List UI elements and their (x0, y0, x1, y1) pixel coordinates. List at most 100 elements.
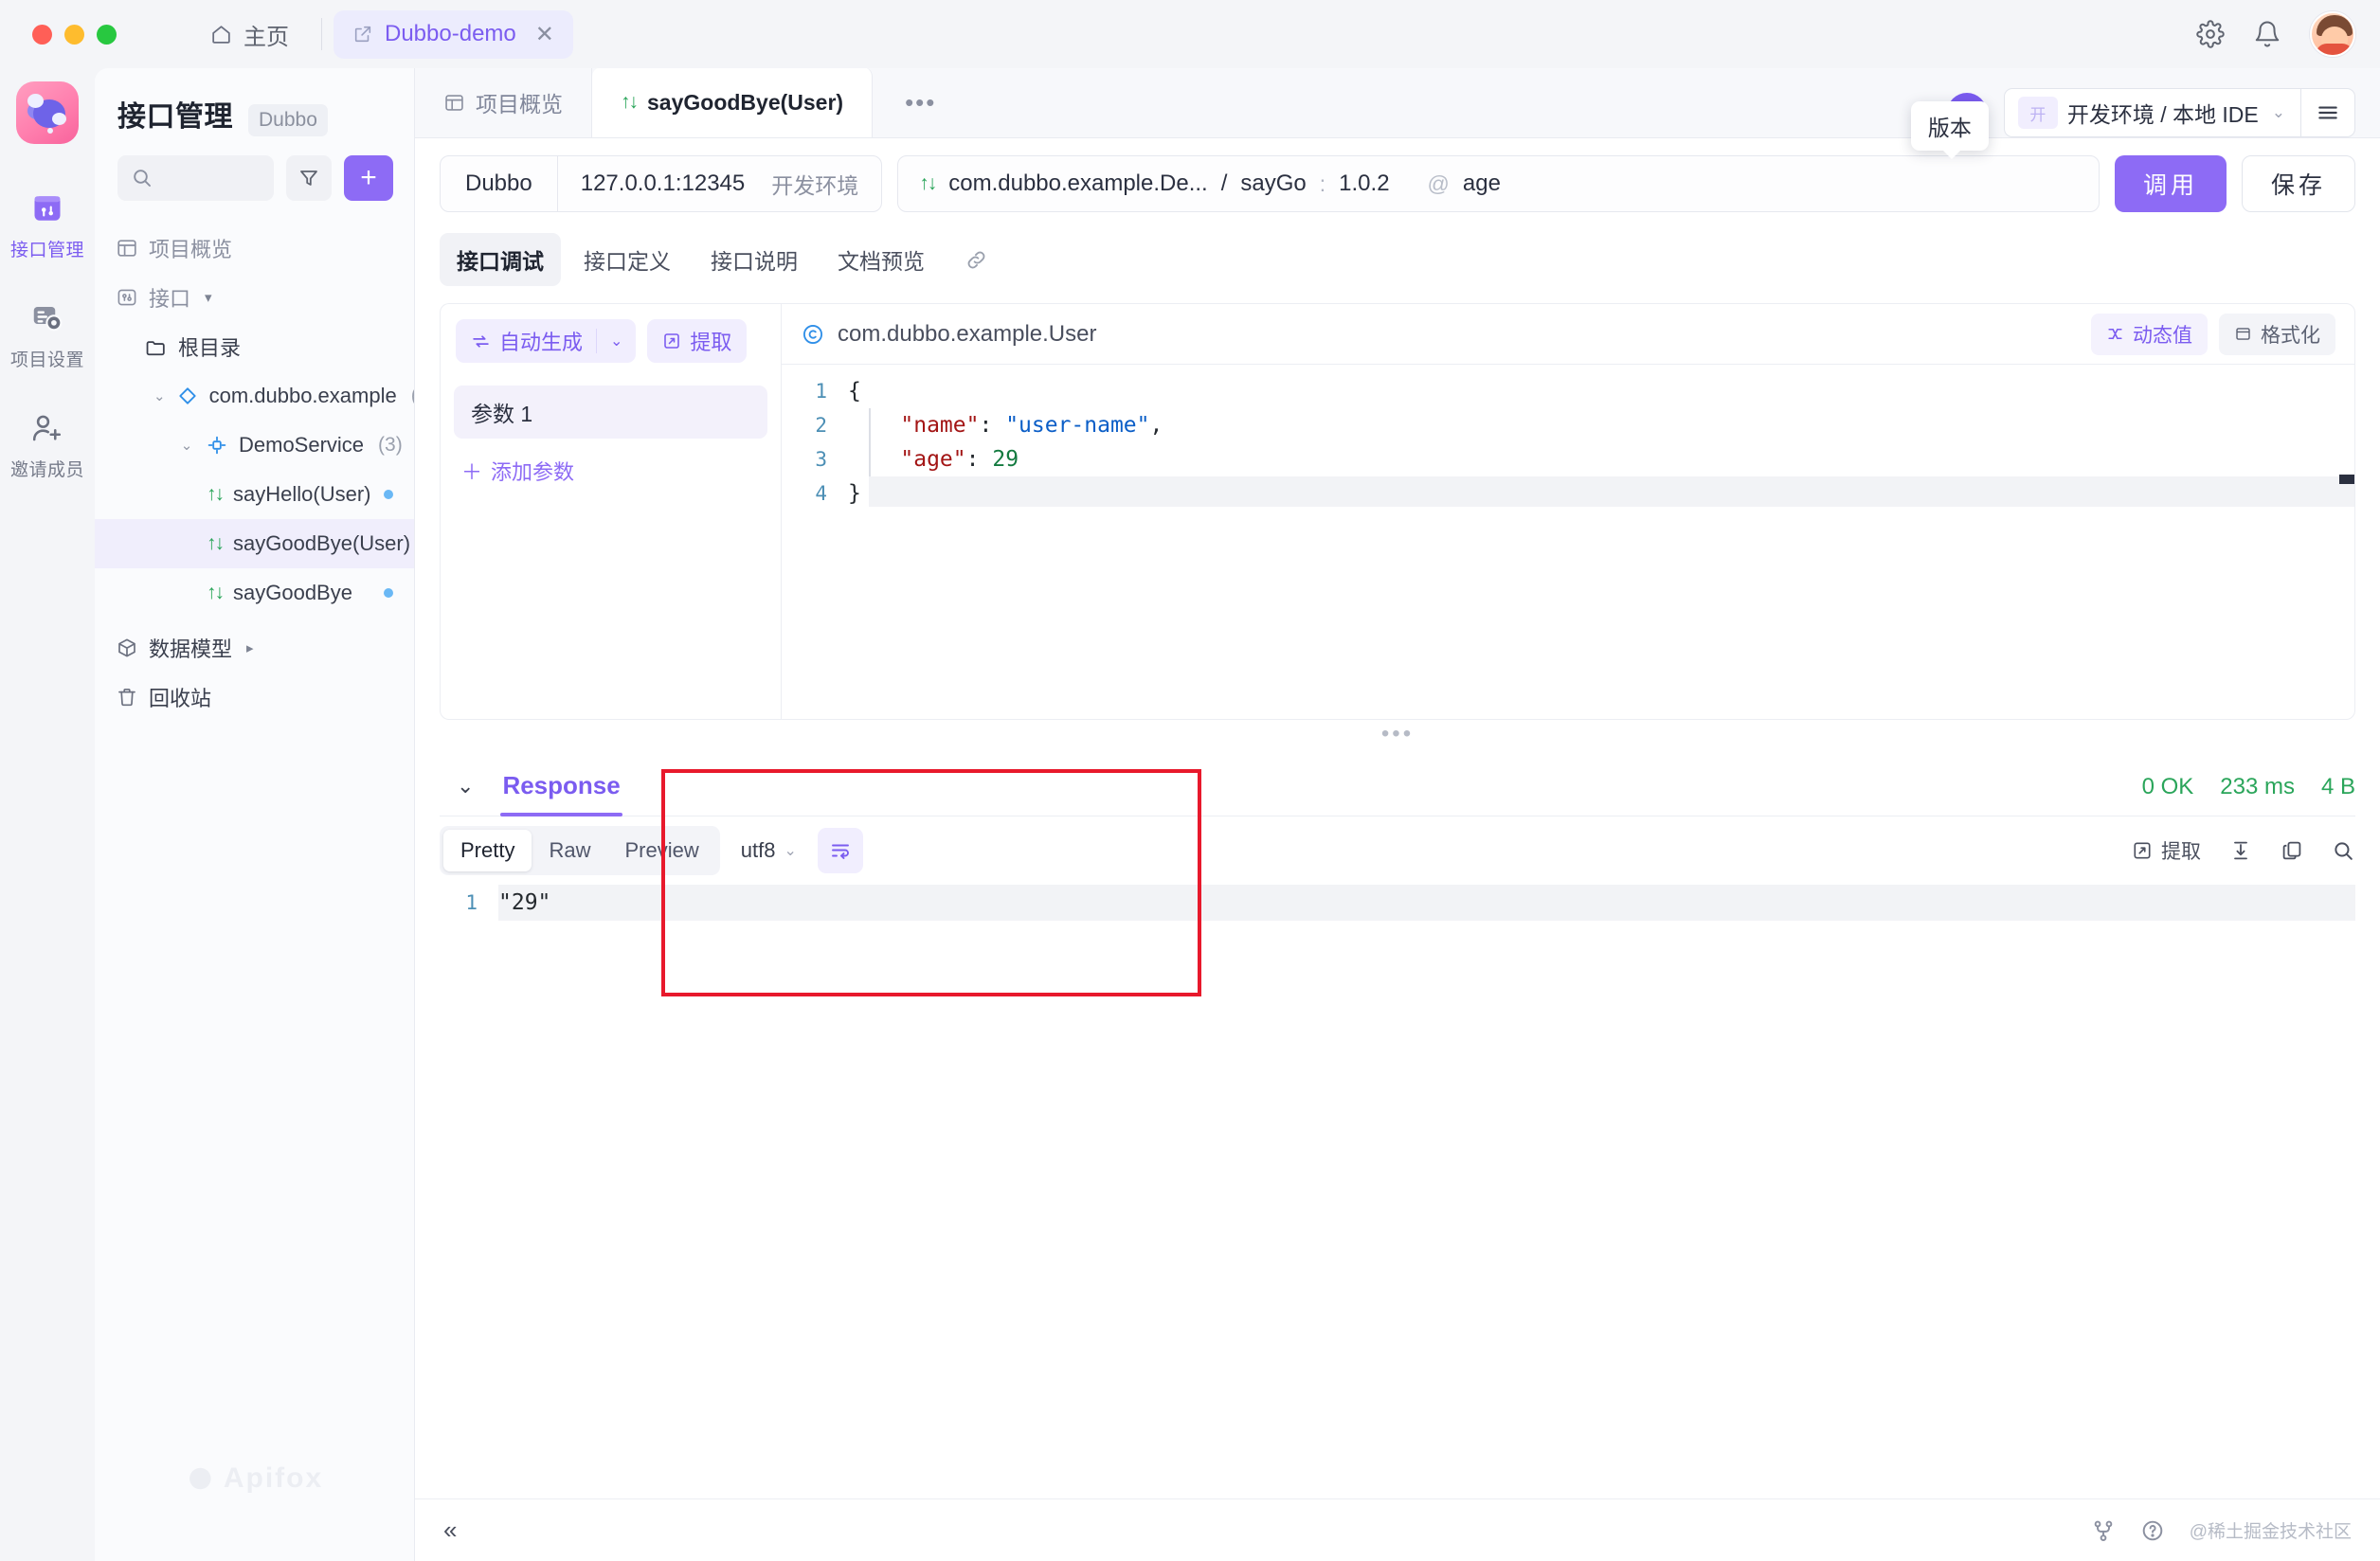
collapse-sidebar-button[interactable]: « (443, 1516, 457, 1545)
tree-group-interfaces[interactable]: 接口 ▾ (95, 273, 414, 322)
json-code-editor[interactable]: 1 { 2 "name": "user-name", 3 "age": 29 4… (782, 365, 2354, 719)
close-tab-icon[interactable]: ✕ (535, 21, 554, 48)
search-input[interactable] (163, 167, 261, 189)
tree-group-data-model-label: 数据模型 (149, 637, 233, 661)
download-icon[interactable] (2229, 839, 2252, 862)
close-window-button[interactable] (32, 24, 52, 45)
call-button[interactable]: 调用 (2114, 155, 2227, 212)
path-separator: / (1220, 170, 1228, 196)
add-button[interactable]: + (344, 155, 393, 201)
search-icon[interactable] (2332, 839, 2355, 863)
tree-group-data-model[interactable]: 数据模型 ▸ (95, 623, 414, 673)
rail-item-api-management[interactable]: 接口管理 (0, 178, 95, 261)
method-path-box[interactable]: ↑↓ com.dubbo.example.De... / sayGo : 1.0… (897, 155, 2100, 212)
chevron-down-icon[interactable]: ⌄ (2272, 103, 2300, 122)
tab-interface-definition[interactable]: 接口定义 (567, 233, 688, 286)
response-body[interactable]: 1 "29" (440, 885, 2355, 1498)
api-tree: 项目概览 接口 ▾ 根目录 ⌄ com.dubbo.example ⌄ Demo… (95, 218, 414, 722)
encoding-selector[interactable]: utf8 ⌄ (737, 838, 801, 863)
tree-package-com-dubbo-example[interactable]: ⌄ com.dubbo.example (3) (95, 371, 414, 421)
chevron-down-icon[interactable]: ▾ (205, 289, 212, 306)
method-icon: ↑↓ (207, 483, 225, 505)
overview-icon (443, 92, 465, 114)
view-mode-pretty[interactable]: Pretty (443, 830, 532, 871)
save-button[interactable]: 保存 (2241, 155, 2355, 212)
tree-service-demoservice[interactable]: ⌄ DemoService (3) (95, 421, 414, 470)
method-icon: ↑↓ (207, 532, 225, 554)
chevron-down-icon[interactable]: ⌄ (784, 841, 796, 860)
panel-splitter[interactable]: ••• (415, 720, 2380, 748)
minimize-window-button[interactable] (64, 24, 84, 45)
code-text: } (848, 481, 861, 506)
filter-button[interactable] (286, 155, 332, 201)
tab-overflow-button[interactable]: ••• (873, 67, 968, 137)
horizontal-scrollbar[interactable] (2339, 475, 2354, 484)
view-mode-raw[interactable]: Raw (532, 830, 607, 871)
window-controls[interactable] (32, 24, 117, 45)
dynamic-value-label: 动态值 (2133, 324, 2192, 347)
search-box[interactable] (117, 155, 274, 201)
response-tab[interactable]: Response (500, 771, 622, 816)
link-icon[interactable] (965, 248, 988, 272)
dynamic-value-button[interactable]: 动态值 (2091, 313, 2208, 355)
gear-icon[interactable] (2196, 20, 2225, 48)
help-icon[interactable] (2140, 1518, 2165, 1543)
response-extract-label: 提取 (2161, 841, 2201, 863)
chevron-right-icon[interactable]: ▸ (246, 639, 254, 656)
copy-icon[interactable] (2281, 839, 2303, 862)
tree-service-label: DemoService (239, 433, 365, 457)
dynamic-value-icon (2106, 325, 2124, 343)
add-parameter-button[interactable]: ＋ 添加参数 (441, 439, 781, 486)
protocol-label: Dubbo (465, 170, 532, 196)
environment-selector[interactable]: 开 开发环境 / 本地 IDE ⌄ (2003, 88, 2355, 137)
line-number: 4 (815, 482, 827, 505)
auto-generate-button[interactable]: 自动生成 ⌄ (456, 319, 637, 363)
bell-icon[interactable] (2253, 20, 2281, 48)
tree-item-overview[interactable]: 项目概览 (95, 224, 414, 273)
tab-saygoodbye-user[interactable]: ↑↓ sayGoodBye(User) (592, 67, 874, 137)
chevron-down-icon[interactable]: ⌄ (597, 332, 636, 350)
class-name: com.dubbo.example.User (838, 320, 1097, 347)
view-mode-preview[interactable]: Preview (607, 830, 715, 871)
tab-project-overview-label: 项目概览 (476, 92, 563, 117)
tree-method-saygoodbye-user[interactable]: ↑↓ sayGoodBye(User) (95, 519, 414, 568)
request-body-area: 自动生成 ⌄ 提取 参数 1 ＋ 添加参数 com.dubbo.example.… (415, 286, 2380, 720)
tab-interface-debug[interactable]: 接口调试 (440, 233, 561, 286)
server-address-box[interactable]: Dubbo 127.0.0.1:12345 开发环境 (440, 155, 883, 212)
format-button[interactable]: 格式化 (2219, 313, 2335, 355)
tab-home[interactable]: 主页 (189, 9, 310, 61)
avatar[interactable] (2310, 11, 2355, 57)
tree-method-sayhello[interactable]: ↑↓ sayHello(User) (95, 470, 414, 519)
tab-dubbo-demo[interactable]: Dubbo-demo ✕ (334, 9, 573, 59)
maximize-window-button[interactable] (97, 24, 117, 45)
rail-item-invite-member[interactable]: 邀请成员 (0, 398, 95, 481)
chevron-down-icon[interactable]: ⌄ (153, 387, 166, 404)
tree-method-saygoodbye[interactable]: ↑↓ sayGoodBye (95, 568, 414, 618)
tab-document-preview[interactable]: 文档预览 (820, 233, 942, 286)
window-tab-strip: 主页 Dubbo-demo ✕ (189, 9, 573, 61)
tree-item-recycle-bin[interactable]: 回收站 (95, 673, 414, 722)
editor-tab-bar: 项目概览 ↑↓ sayGoodBye(User) ••• 版本 开 开发环境 /… (415, 67, 2380, 159)
tab-project-overview[interactable]: 项目概览 (415, 67, 592, 137)
response-header: ⌄ Response 0 OK 233 ms 4 B (440, 748, 2355, 816)
collapse-response-icon[interactable]: ⌄ (440, 774, 502, 816)
response-toolbar: Pretty Raw Preview utf8 ⌄ 提取 (440, 816, 2355, 885)
branch-icon[interactable] (2091, 1518, 2116, 1543)
word-wrap-button[interactable] (817, 828, 863, 873)
response-text: "29" (498, 890, 551, 915)
tab-saygoodbye-user-label: sayGoodBye(User) (647, 89, 844, 115)
extract-button[interactable]: 提取 (647, 319, 748, 363)
app-logo-icon (16, 81, 79, 144)
parameter-item[interactable]: 参数 1 (454, 386, 767, 439)
code-text: { (848, 379, 861, 404)
tree-folder-root[interactable]: 根目录 (95, 322, 414, 371)
hamburger-icon[interactable] (2301, 100, 2354, 125)
response-extract-button[interactable]: 提取 (2132, 836, 2201, 865)
word-wrap-icon (829, 839, 852, 862)
rail-item-project-settings[interactable]: 项目设置 (0, 288, 95, 371)
tab-interface-description[interactable]: 接口说明 (694, 233, 815, 286)
page-title: 接口管理 (117, 101, 233, 133)
app-window: 主页 Dubbo-demo ✕ 接口管理 项目设置 邀请成员 接口管理 Dubb… (0, 0, 2380, 1561)
chevron-down-icon[interactable]: ⌄ (178, 437, 195, 454)
service-icon (206, 434, 228, 457)
